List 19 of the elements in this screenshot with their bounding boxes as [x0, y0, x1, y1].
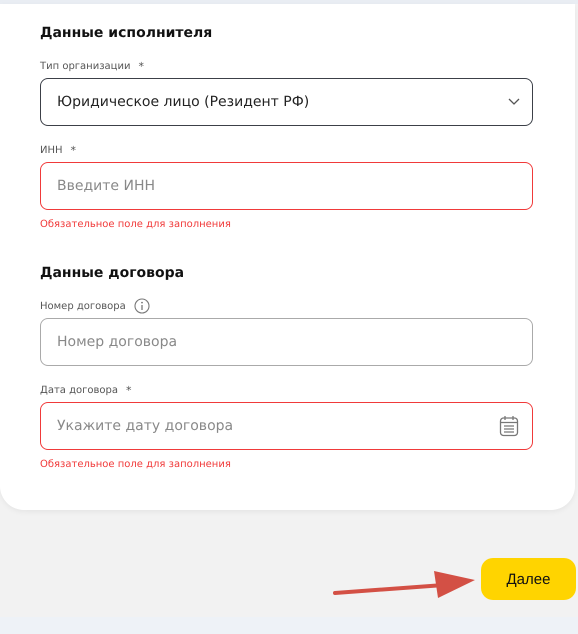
organization-type-select[interactable]: Юридическое лицо (Резидент РФ): [40, 78, 533, 126]
field-label: Номер договора: [40, 300, 126, 312]
required-mark: *: [126, 384, 132, 396]
date-field[interactable]: Укажите дату договора: [40, 402, 533, 450]
error-message: Обязательное поле для заполнения: [40, 458, 232, 472]
section-title: Данные договора: [40, 264, 186, 282]
input-field[interactable]: Номер договора: [40, 318, 533, 366]
info-icon[interactable]: [134, 298, 150, 314]
required-mark: *: [70, 144, 76, 156]
field-label: Тип организации: [40, 60, 130, 72]
chevron-down-icon: [508, 98, 520, 106]
required-mark: *: [138, 60, 144, 72]
calendar-icon[interactable]: [499, 415, 519, 437]
input-field[interactable]: Введите ИНН: [40, 162, 533, 210]
error-message: Обязательное поле для заполнения: [40, 218, 232, 232]
next-button[interactable]: Далее: [481, 558, 576, 600]
field-label: Дата договора: [40, 384, 118, 396]
section-title: Данные исполнителя: [40, 24, 214, 42]
field-label: ИНН: [40, 144, 63, 156]
